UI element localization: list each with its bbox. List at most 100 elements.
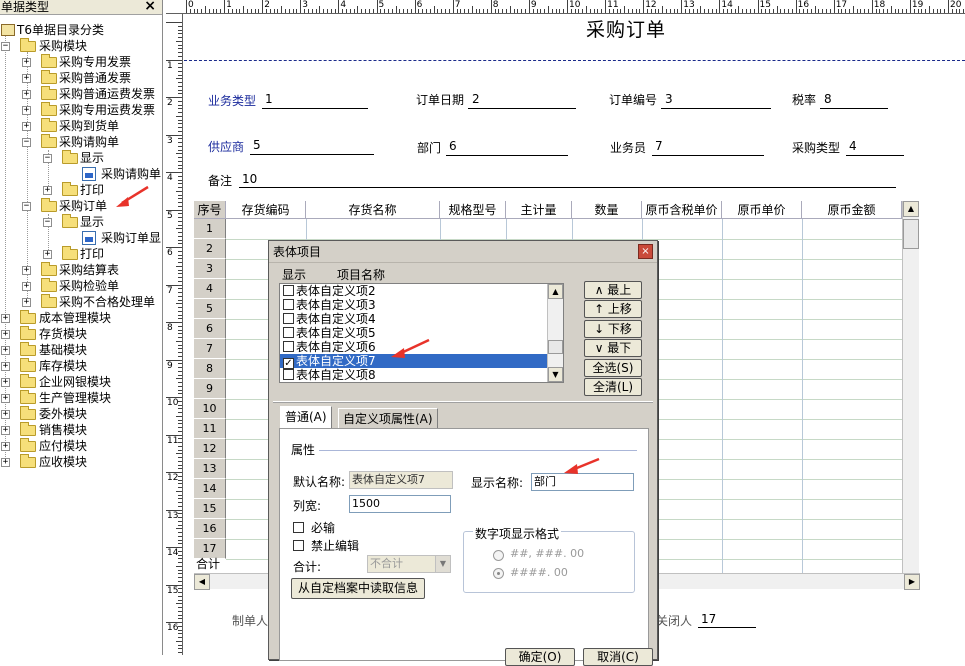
checkbox[interactable]	[283, 299, 294, 310]
expand-icon[interactable]: +	[22, 90, 31, 99]
expand-icon[interactable]: +	[1, 330, 10, 339]
column-header[interactable]: 原币金额	[802, 201, 902, 219]
row-number[interactable]: 11	[194, 419, 226, 439]
row-number[interactable]: 7	[194, 339, 226, 359]
scroll-up-icon[interactable]: ▲	[903, 201, 919, 217]
scroll-left-icon[interactable]: ◀	[194, 574, 210, 590]
format-radio-2[interactable]	[493, 568, 504, 579]
row-number[interactable]: 2	[194, 239, 226, 259]
column-header[interactable]: 存货编码	[226, 201, 306, 219]
column-header[interactable]: 原币单价	[722, 201, 802, 219]
row-number[interactable]: 14	[194, 479, 226, 499]
list-item[interactable]: 表体自定义项4	[280, 312, 548, 326]
display-name-input[interactable]: 部门	[531, 473, 634, 491]
list-item[interactable]: 表体自定义项6	[280, 340, 548, 354]
scroll-thumb[interactable]	[548, 340, 563, 354]
document-title[interactable]: 采购订单	[586, 15, 666, 42]
expand-icon[interactable]: +	[1, 410, 10, 419]
row-number[interactable]: 10	[194, 399, 226, 419]
close-icon[interactable]: ×	[144, 0, 156, 13]
body-items-dialog[interactable]: 表体项目 × 显示 项目名称 表体自定义项2 表体自定义项3 表体自定义项4 表…	[268, 240, 658, 666]
field-label-remark[interactable]: 备注	[208, 172, 232, 189]
column-header[interactable]: 序号	[194, 201, 226, 219]
row-number[interactable]: 6	[194, 319, 226, 339]
no-edit-checkbox[interactable]	[293, 540, 304, 551]
move-bottom-button[interactable]: ∨ 最下	[584, 339, 642, 357]
expand-icon[interactable]: +	[22, 282, 31, 291]
field-value-closer[interactable]: 17	[701, 612, 716, 626]
tab-custom-attributes[interactable]: 自定义项属性(A)	[338, 408, 438, 429]
checkbox[interactable]	[283, 369, 294, 380]
field-label-tax-rate[interactable]: 税率	[792, 91, 816, 108]
expand-icon[interactable]: +	[22, 266, 31, 275]
cancel-button[interactable]: 取消(C)	[583, 648, 653, 666]
total-select[interactable]: 不合计 ▼	[367, 555, 451, 573]
checkbox[interactable]	[283, 285, 294, 296]
scroll-right-icon[interactable]: ▶	[904, 574, 920, 590]
list-item[interactable]: 表体自定义项3	[280, 298, 548, 312]
field-value-order-no[interactable]: 3	[665, 92, 673, 106]
field-value-biz-type[interactable]: 1	[265, 92, 273, 106]
field-value-supplier[interactable]: 5	[253, 138, 261, 152]
field-value-tax-rate[interactable]: 8	[824, 92, 832, 106]
row-number[interactable]: 9	[194, 379, 226, 399]
column-width-input[interactable]: 1500	[349, 495, 451, 513]
column-header[interactable]: 原币含税单价	[642, 201, 722, 219]
column-header[interactable]: 存货名称	[306, 201, 440, 219]
required-checkbox[interactable]	[293, 522, 304, 533]
select-all-button[interactable]: 全选(S)	[584, 359, 642, 377]
list-scrollbar[interactable]: ▲ ▼	[547, 284, 563, 382]
scroll-up-icon[interactable]: ▲	[548, 284, 563, 299]
field-label-biz-type[interactable]: 业务类型	[208, 92, 256, 109]
row-number[interactable]: 13	[194, 459, 226, 479]
column-list[interactable]: 表体自定义项2 表体自定义项3 表体自定义项4 表体自定义项5 表体自定义项6 …	[279, 283, 564, 383]
ok-button[interactable]: 确定(O)	[505, 648, 575, 666]
column-header[interactable]: 规格型号	[440, 201, 506, 219]
tab-general[interactable]: 普通(A)	[280, 406, 332, 429]
dialog-titlebar[interactable]: 表体项目 ×	[269, 241, 657, 263]
vertical-scrollbar[interactable]: ▲	[902, 201, 919, 587]
expand-icon[interactable]: +	[1, 378, 10, 387]
list-item-selected[interactable]: ✓ 表体自定义项7	[280, 354, 548, 369]
collapse-icon[interactable]: −	[1, 42, 10, 51]
list-item[interactable]: 表体自定义项2	[280, 284, 548, 298]
field-label-maker[interactable]: 制单人	[232, 612, 268, 629]
field-label-clerk[interactable]: 业务员	[610, 139, 646, 156]
column-header[interactable]: 数量	[572, 201, 642, 219]
field-label-purchase-type[interactable]: 采购类型	[792, 139, 840, 156]
list-item[interactable]: 表体自定义项8	[280, 368, 548, 382]
checkbox[interactable]	[283, 327, 294, 338]
expand-icon[interactable]: +	[43, 250, 52, 259]
expand-icon[interactable]: +	[1, 442, 10, 451]
field-value-dept[interactable]: 6	[449, 139, 457, 153]
move-up-button[interactable]: ↑ 上移	[584, 300, 642, 318]
field-label-closer[interactable]: 关闭人	[656, 612, 692, 629]
expand-icon[interactable]: +	[22, 106, 31, 115]
checkbox[interactable]	[283, 341, 294, 352]
scroll-thumb[interactable]	[903, 219, 919, 249]
expand-icon[interactable]: +	[1, 362, 10, 371]
collapse-icon[interactable]: −	[43, 154, 52, 163]
field-label-order-no[interactable]: 订单编号	[609, 91, 657, 108]
row-number[interactable]: 15	[194, 499, 226, 519]
row-number[interactable]: 3	[194, 259, 226, 279]
expand-icon[interactable]: +	[22, 74, 31, 83]
expand-icon[interactable]: +	[22, 58, 31, 67]
scroll-down-icon[interactable]: ▼	[548, 367, 563, 382]
expand-icon[interactable]: +	[22, 122, 31, 131]
collapse-icon[interactable]: −	[22, 138, 31, 147]
read-from-archive-button[interactable]: 从自定档案中读取信息	[291, 578, 425, 599]
expand-icon[interactable]: +	[43, 186, 52, 195]
field-value-purchase-type[interactable]: 4	[849, 139, 857, 153]
move-top-button[interactable]: ∧ 最上	[584, 281, 642, 299]
column-header[interactable]: 主计量	[506, 201, 572, 219]
expand-icon[interactable]: +	[1, 458, 10, 467]
list-item[interactable]: 表体自定义项5	[280, 326, 548, 340]
close-icon[interactable]: ×	[638, 244, 653, 259]
expand-icon[interactable]: +	[1, 426, 10, 435]
field-value-order-date[interactable]: 2	[472, 92, 480, 106]
field-value-remark[interactable]: 10	[242, 172, 257, 186]
row-number[interactable]: 16	[194, 519, 226, 539]
expand-icon[interactable]: +	[1, 314, 10, 323]
row-number[interactable]: 5	[194, 299, 226, 319]
